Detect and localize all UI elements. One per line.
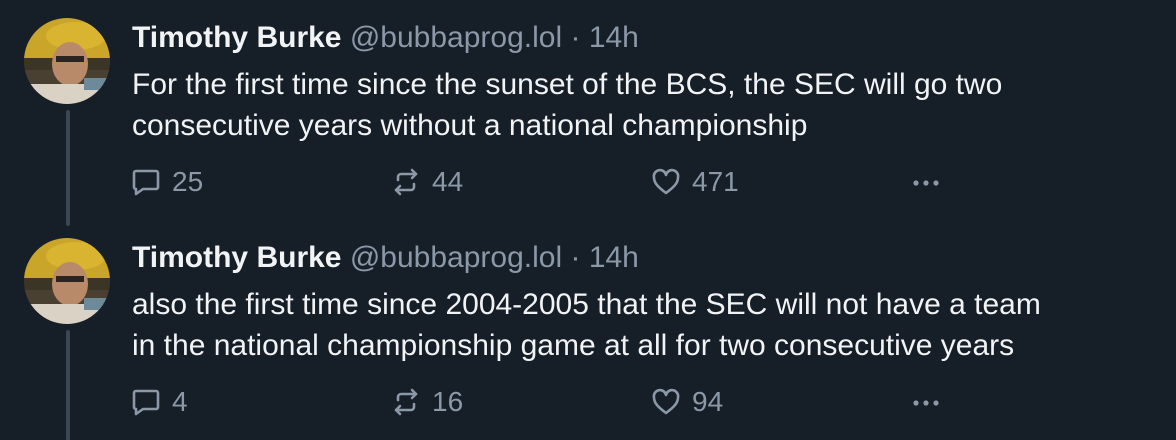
repost-arrows-icon (394, 168, 418, 196)
reply-bubble-icon (132, 169, 160, 196)
post-text: also the first time since 2004-2005 that… (132, 284, 1172, 366)
reply-count: 25 (172, 166, 204, 197)
like-count: 94 (692, 386, 724, 417)
more-dots-icon (913, 400, 939, 406)
repost-button[interactable]: 16 (390, 382, 463, 422)
thread-line (66, 110, 70, 226)
like-button[interactable]: 471 (650, 162, 739, 202)
like-count: 471 (692, 166, 739, 197)
post-header: Timothy Burke @bubbaprog.lol · 14h (132, 18, 639, 58)
post[interactable]: Timothy Burke @bubbaprog.lol · 14h For t… (0, 0, 1176, 226)
author-name[interactable]: Timothy Burke (132, 21, 342, 54)
heart-icon (652, 388, 680, 415)
post-text-line: consecutive years without a national cha… (132, 109, 808, 142)
reply-bubble-icon (132, 389, 160, 416)
thread-line (66, 330, 70, 440)
separator-dot: · (570, 241, 581, 274)
reply-count: 4 (172, 386, 188, 417)
author-name[interactable]: Timothy Burke (132, 241, 342, 274)
post-text-line: in the national championship game at all… (132, 329, 1015, 362)
separator-dot: · (570, 21, 581, 54)
repost-count: 44 (432, 166, 464, 197)
more-dots-icon (913, 180, 939, 186)
like-button[interactable]: 94 (650, 382, 723, 422)
reply-button[interactable]: 4 (130, 382, 188, 422)
post-text-line: also the first time since 2004-2005 that… (132, 288, 1041, 321)
author-handle[interactable]: @bubbaprog.lol (350, 241, 562, 274)
repost-count: 16 (432, 386, 464, 417)
post[interactable]: Timothy Burke @bubbaprog.lol · 14h also … (0, 220, 1176, 440)
post-text: For the first time since the sunset of t… (132, 64, 1172, 146)
reply-button[interactable]: 25 (130, 162, 203, 202)
repost-arrows-icon (394, 388, 418, 416)
post-timestamp[interactable]: 14h (589, 21, 639, 54)
post-timestamp[interactable]: 14h (589, 241, 639, 274)
more-options-button[interactable] (910, 162, 952, 202)
author-handle[interactable]: @bubbaprog.lol (350, 21, 562, 54)
post-actions: 25 44 471 (130, 162, 1170, 202)
post-text-line: For the first time since the sunset of t… (132, 68, 1003, 101)
author-avatar[interactable] (24, 18, 110, 104)
heart-icon (652, 168, 680, 195)
more-options-button[interactable] (910, 382, 952, 422)
post-actions: 4 16 94 (130, 382, 1170, 422)
author-avatar[interactable] (24, 238, 110, 324)
post-header: Timothy Burke @bubbaprog.lol · 14h (132, 238, 639, 278)
repost-button[interactable]: 44 (390, 162, 463, 202)
